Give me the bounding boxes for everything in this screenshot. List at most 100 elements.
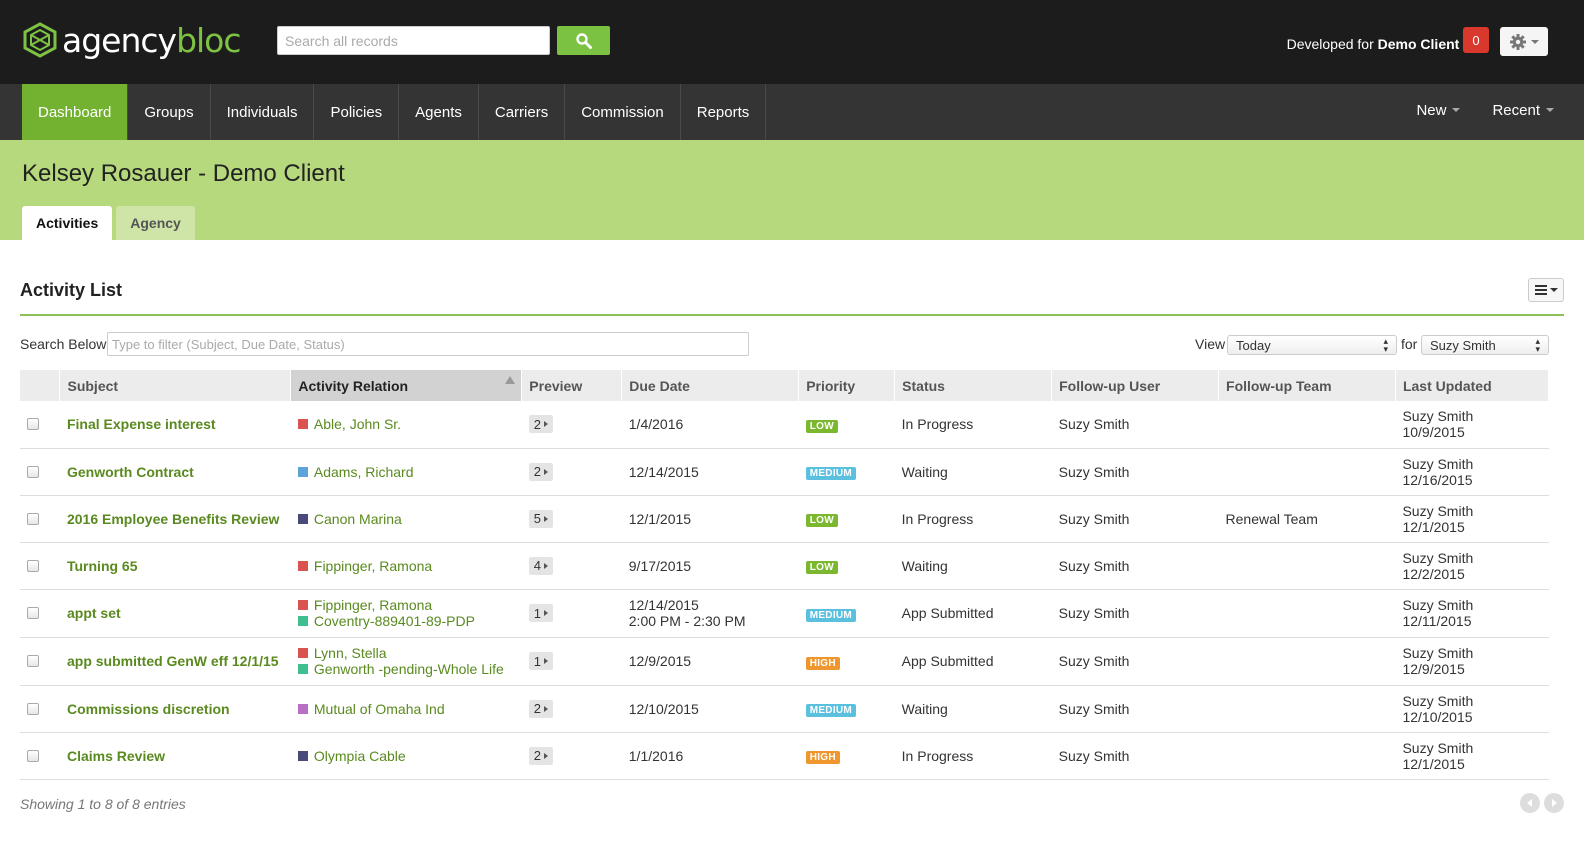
caret-right-icon [544,515,549,522]
nav-agents[interactable]: Agents [399,84,479,140]
updated-by: Suzy Smith [1402,408,1474,425]
activity-list-panel: Activity List Search Below: View Today ▴… [0,240,1584,820]
subject-link[interactable]: Genworth Contract [67,464,194,480]
row-checkbox[interactable] [27,465,39,478]
row-checkbox[interactable] [27,418,39,431]
nav-carriers[interactable]: Carriers [479,84,566,140]
column-header-subject[interactable]: Subject [59,370,292,401]
notification-badge[interactable]: 0 [1463,27,1489,53]
nav-individuals[interactable]: Individuals [211,84,315,140]
relation-link[interactable]: Canon Marina [297,511,515,527]
column-header-status[interactable]: Status [894,370,1053,401]
follow-up-team-cell [1218,732,1396,780]
nav-commission[interactable]: Commission [565,84,681,140]
table-row[interactable]: 2016 Employee Benefits Review Canon Mari… [20,495,1549,543]
search-icon [575,32,592,49]
nav-policies[interactable]: Policies [314,84,400,140]
preview-button[interactable]: 2 [528,415,554,434]
table-row[interactable]: Claims Review Olympia Cable 2 1/1/2016 H… [20,732,1549,780]
new-menu[interactable]: New [1416,102,1461,119]
settings-menu-button[interactable] [1500,27,1548,56]
relation-link[interactable]: Adams, Richard [297,464,515,480]
next-page-button[interactable] [1544,793,1564,813]
recent-menu[interactable]: Recent [1492,102,1554,119]
caret-right-icon [544,752,549,759]
nav-dashboard[interactable]: Dashboard [22,84,129,140]
row-checkbox[interactable] [27,512,39,525]
relation-link[interactable]: Genworth -pending-Whole Life [297,661,515,677]
subject-link[interactable]: Claims Review [67,748,165,764]
follow-up-user-cell: Suzy Smith [1051,589,1219,638]
tab-agency[interactable]: Agency [116,206,195,240]
chevron-down-icon [1546,108,1554,112]
list-options-button[interactable] [1528,278,1564,302]
status-cell: Waiting [894,448,1052,496]
relation-link[interactable]: Fippinger, Ramona [297,558,515,574]
preview-button[interactable]: 4 [528,556,554,575]
column-header-priority[interactable]: Priority [798,370,896,401]
row-checkbox[interactable] [27,559,39,572]
table-row[interactable]: Genworth Contract Adams, Richard 2 12/14… [20,448,1549,496]
preview-button[interactable]: 2 [528,462,554,481]
preview-button[interactable]: 1 [528,604,554,622]
record-type-icon [297,664,308,674]
column-header-due-date[interactable]: Due Date [621,370,800,401]
row-checkbox-cell [20,732,60,780]
subject-link[interactable]: app submitted GenW eff 12/1/15 [67,653,279,669]
search-button[interactable] [557,26,610,55]
row-checkbox[interactable] [27,749,39,762]
tab-activities[interactable]: Activities [22,206,113,240]
prev-page-button[interactable] [1520,793,1540,813]
preview-button[interactable]: 2 [528,699,554,718]
follow-up-user-cell: Suzy Smith [1051,495,1219,543]
preview-button[interactable]: 2 [528,746,554,765]
table-row[interactable]: Final Expense interest Able, John Sr. 2 … [20,401,1549,449]
table-row[interactable]: Commissions discretion Mutual of Omaha I… [20,685,1549,733]
column-header-preview[interactable]: Preview [521,370,623,401]
relation-link[interactable]: Coventry-889401-89-PDP [297,613,515,629]
preview-button[interactable]: 5 [528,509,554,528]
preview-count: 2 [533,701,542,716]
column-header-follow-up-user[interactable]: Follow-up User [1051,370,1220,401]
relation-name: Olympia Cable [313,747,406,764]
chevron-down-icon [1549,288,1558,292]
column-header-follow-up-team[interactable]: Follow-up Team [1218,370,1396,401]
chevron-down-icon [1452,108,1461,112]
view-select[interactable]: Today ▴ ▾ [1227,335,1397,355]
subject-link[interactable]: 2016 Employee Benefits Review [67,511,279,527]
nav-reports[interactable]: Reports [681,84,767,140]
updated-by: Suzy Smith [1402,455,1474,472]
user-select[interactable]: Suzy Smith ▴ ▾ [1421,335,1549,355]
subject-link[interactable]: Commissions discretion [67,701,230,717]
relation-link[interactable]: Able, John Sr. [297,416,515,432]
priority-badge: MEDIUM [805,608,857,622]
subject-link[interactable]: appt set [67,605,121,621]
row-checkbox[interactable] [27,607,39,619]
relation-link[interactable]: Olympia Cable [297,747,515,764]
sort-asc-icon [505,376,516,384]
table-row[interactable]: app submitted GenW eff 12/1/15 Lynn, Ste… [20,637,1549,686]
global-search-input[interactable] [277,26,550,55]
table-row[interactable]: appt set Fippinger, Ramona Coventry-8894… [20,589,1549,638]
nav-groups[interactable]: Groups [128,84,211,140]
relation-link[interactable]: Lynn, Stella [297,645,515,661]
row-checkbox[interactable] [27,702,39,715]
row-checkbox[interactable] [27,655,39,667]
relation-link[interactable]: Mutual of Omaha Ind [297,701,515,717]
table-row[interactable]: Turning 65 Fippinger, Ramona 4 9/17/2015… [20,542,1549,590]
caret-right-icon [544,468,549,475]
column-header-last-updated[interactable]: Last Updated [1395,370,1550,401]
relation-link[interactable]: Fippinger, Ramona [297,597,515,613]
subject-link[interactable]: Final Expense interest [67,416,216,432]
status-cell: In Progress [894,495,1052,543]
follow-up-team-cell [1218,589,1396,638]
preview-button[interactable]: 1 [528,652,554,670]
column-header-activity-relation[interactable]: Activity Relation [290,370,523,401]
priority-badge: LOW [805,561,838,574]
agencybloc-logo[interactable]: agencybloc [22,20,242,60]
subject-link[interactable]: Turning 65 [67,558,138,574]
record-type-icon [297,419,308,430]
row-checkbox-cell [20,495,60,543]
filter-input[interactable] [107,332,749,356]
activity-table: Subject Activity Relation Preview Due Da… [20,370,1550,780]
